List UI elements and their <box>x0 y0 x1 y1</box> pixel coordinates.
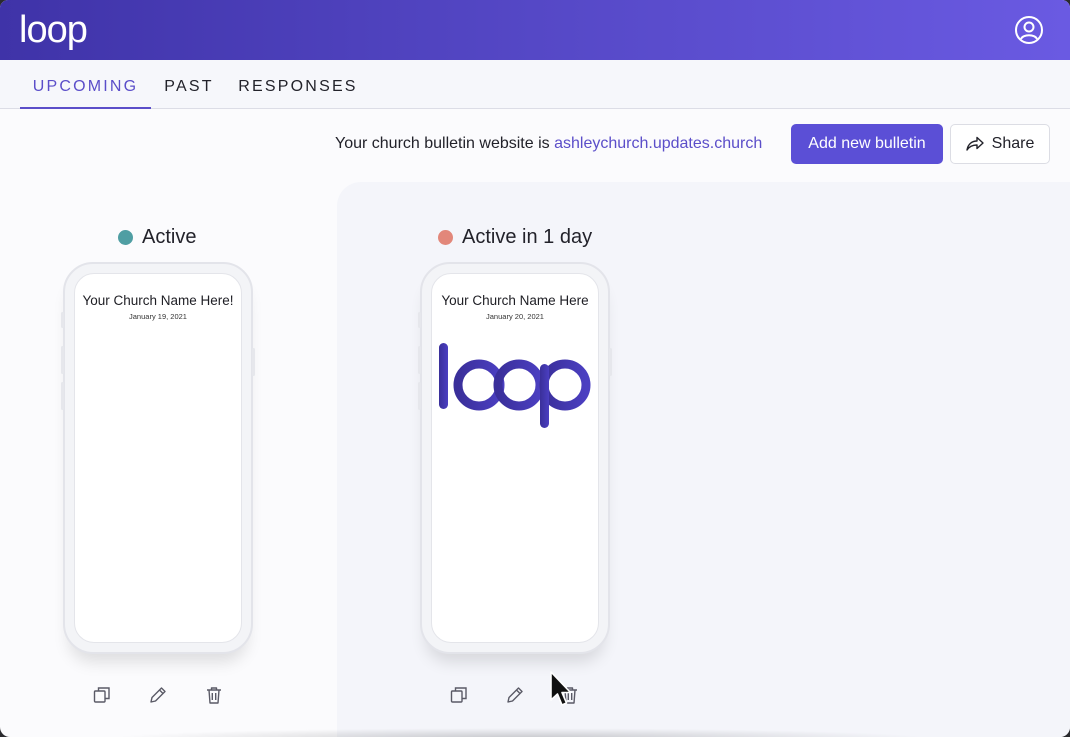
bulletin-preview-phone[interactable]: Your Church Name Here January 20, 2021 <box>418 262 612 654</box>
status-label: Active <box>142 226 197 248</box>
website-link[interactable]: ashleychurch.updates.church <box>554 135 762 152</box>
church-name: Your Church Name Here! <box>82 293 234 308</box>
phone-side-button <box>61 312 64 328</box>
bulletin-status: Active <box>118 226 196 249</box>
app-window: loop UPCOMING PAST RESPONSES Your church… <box>0 0 1070 737</box>
top-header: loop <box>0 0 1070 60</box>
share-icon <box>965 136 984 151</box>
active-tab-indicator <box>20 107 151 109</box>
tab-upcoming[interactable]: UPCOMING <box>20 60 151 109</box>
tab-responses[interactable]: RESPONSES <box>236 60 360 109</box>
phone-screen: Your Church Name Here! January 19, 2021 <box>74 273 242 643</box>
status-dot <box>438 230 453 245</box>
loop-logo[interactable]: loop <box>19 8 88 52</box>
account-icon[interactable] <box>1014 15 1044 45</box>
phone-side-button <box>418 382 421 410</box>
edit-icon[interactable] <box>148 685 168 705</box>
church-name: Your Church Name Here <box>441 293 589 308</box>
status-dot <box>118 230 133 245</box>
bulletin-date: January 19, 2021 <box>129 312 187 321</box>
website-info: Your church bulletin website is ashleych… <box>335 134 762 154</box>
delete-icon[interactable] <box>204 685 224 705</box>
phone-side-button <box>418 312 421 328</box>
phone-side-button <box>61 346 64 374</box>
phone-side-button <box>418 346 421 374</box>
share-button[interactable]: Share <box>950 124 1050 164</box>
duplicate-icon[interactable] <box>449 685 469 705</box>
tab-bar: UPCOMING PAST RESPONSES <box>0 60 1070 109</box>
add-new-bulletin-button[interactable]: Add new bulletin <box>791 124 943 164</box>
duplicate-icon[interactable] <box>92 685 112 705</box>
bulletin-date: January 20, 2021 <box>486 312 544 321</box>
phone-screen: Your Church Name Here January 20, 2021 <box>431 273 599 643</box>
phone-side-button <box>61 382 64 410</box>
bulletin-status: Active in 1 day <box>438 226 592 249</box>
tab-past[interactable]: PAST <box>158 60 220 109</box>
mouse-pointer-icon <box>550 671 572 706</box>
share-label: Share <box>991 135 1035 152</box>
status-label: Active in 1 day <box>462 226 593 248</box>
phone-side-button <box>609 348 612 376</box>
website-info-label: Your church bulletin website is <box>335 135 555 152</box>
loop-logo-image <box>439 343 591 428</box>
edit-icon[interactable] <box>505 685 525 705</box>
bottom-shadow <box>110 728 930 737</box>
phone-side-button <box>252 348 255 376</box>
bulletin-preview-phone[interactable]: Your Church Name Here! January 19, 2021 <box>61 262 255 654</box>
